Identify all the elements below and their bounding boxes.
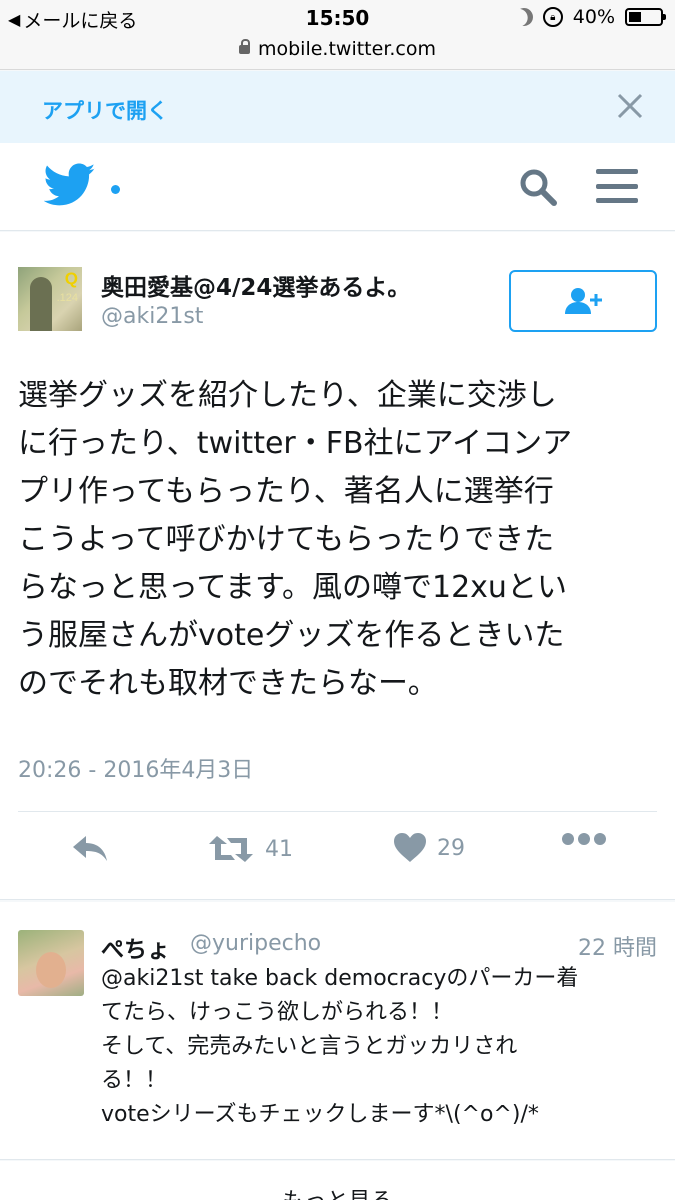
author-name[interactable]: 奥田愛基@4/24選挙あるよ。 bbox=[101, 268, 410, 302]
show-more-link[interactable]: もっと見る bbox=[0, 1161, 675, 1200]
divider bbox=[18, 811, 657, 812]
reply-line: てたら、けっこう欲しがられる！！ bbox=[101, 1000, 454, 1025]
tweet-line: のでそれも取材できたらなー。 bbox=[18, 666, 438, 701]
like-count: 29 bbox=[437, 835, 465, 861]
reply-line: voteシリーズもチェックしまーす*\(^o^)/* bbox=[101, 1102, 539, 1127]
open-in-app-button[interactable]: アプリで開く bbox=[42, 95, 168, 125]
close-icon bbox=[617, 93, 643, 119]
avatar-number: .124 bbox=[56, 292, 78, 304]
rotation-lock-icon: 🔒︎ bbox=[542, 7, 563, 27]
like-button[interactable]: 29 bbox=[393, 832, 465, 864]
tweet-line: う服屋さんがvoteグッズを作るときいた bbox=[18, 618, 565, 653]
search-icon[interactable] bbox=[518, 167, 558, 207]
follow-user-icon bbox=[565, 288, 602, 314]
address-bar[interactable]: mobile.twitter.com bbox=[0, 38, 675, 60]
reply-time[interactable]: 22 時間 bbox=[578, 930, 657, 962]
tweet-card: Q .124 奥田愛基@4/24選挙あるよ。 @aki21st 選挙グッズを紹介… bbox=[0, 232, 675, 900]
avatar-letter: Q bbox=[64, 269, 78, 288]
reply-author-name[interactable]: ぺちょ bbox=[101, 930, 170, 964]
retweet-button[interactable]: 41 bbox=[207, 832, 293, 866]
twitter-header bbox=[0, 143, 675, 231]
author-avatar[interactable]: Q .124 bbox=[18, 267, 82, 331]
reply-author-handle[interactable]: @yuripecho bbox=[190, 931, 321, 956]
padlock-icon bbox=[238, 39, 250, 54]
tweet-text: 選挙グッズを紹介したり、企業に交渉し に行ったり、twitter・FB社にアイコ… bbox=[18, 372, 658, 708]
tweet-line: プリ作ってもらったり、著名人に選挙行 bbox=[18, 474, 554, 509]
tweet-line: らなっと思ってます。風の噂で12xuとい bbox=[18, 570, 567, 605]
reply-line: @aki21st take back democracyのパーカー着 bbox=[101, 966, 579, 991]
reply-avatar[interactable] bbox=[18, 930, 84, 996]
notification-dot bbox=[111, 185, 120, 194]
more-dots-icon bbox=[562, 833, 606, 845]
heart-icon bbox=[394, 833, 426, 862]
more-options-button[interactable] bbox=[561, 832, 607, 846]
tweet-line: 選挙グッズを紹介したり、企業に交渉し bbox=[18, 378, 557, 413]
retweet-count: 41 bbox=[265, 836, 293, 862]
tweet-line: に行ったり、twitter・FB社にアイコンア bbox=[18, 426, 573, 461]
retweet-icon bbox=[209, 836, 253, 862]
close-banner-button[interactable] bbox=[615, 91, 645, 127]
menu-icon[interactable] bbox=[596, 169, 638, 203]
do-not-disturb-icon bbox=[511, 5, 536, 30]
tweet-actions: 41 29 bbox=[0, 832, 675, 882]
status-indicators: 🔒︎ 40% bbox=[515, 6, 666, 28]
url-text: mobile.twitter.com bbox=[257, 38, 437, 60]
reply-tweet[interactable]: ぺちょ @yuripecho 22 時間 @aki21st take back … bbox=[0, 902, 675, 1160]
reply-line: る！！ bbox=[101, 1068, 168, 1093]
tweet-line: こうよって呼びかけてもらったりできた bbox=[18, 522, 555, 557]
author-handle[interactable]: @aki21st bbox=[101, 304, 203, 329]
open-in-app-banner: アプリで開く bbox=[0, 71, 675, 143]
battery-icon bbox=[625, 8, 666, 26]
twitter-bird-icon[interactable] bbox=[44, 163, 96, 207]
reply-button[interactable] bbox=[70, 832, 110, 864]
battery-percent: 40% bbox=[572, 6, 615, 28]
follow-button[interactable] bbox=[509, 270, 657, 332]
tweet-timestamp[interactable]: 20:26 - 2016年4月3日 bbox=[18, 752, 253, 784]
reply-icon bbox=[73, 836, 107, 861]
reply-text: @aki21st take back democracyのパーカー着 てたら、け… bbox=[101, 962, 661, 1132]
reply-line: そして、完売みたいと言うとガッカリされ bbox=[101, 1034, 518, 1059]
status-bar: ◀ メールに戻る 15:50 🔒︎ 40% mobile.twitter.com bbox=[0, 0, 675, 70]
